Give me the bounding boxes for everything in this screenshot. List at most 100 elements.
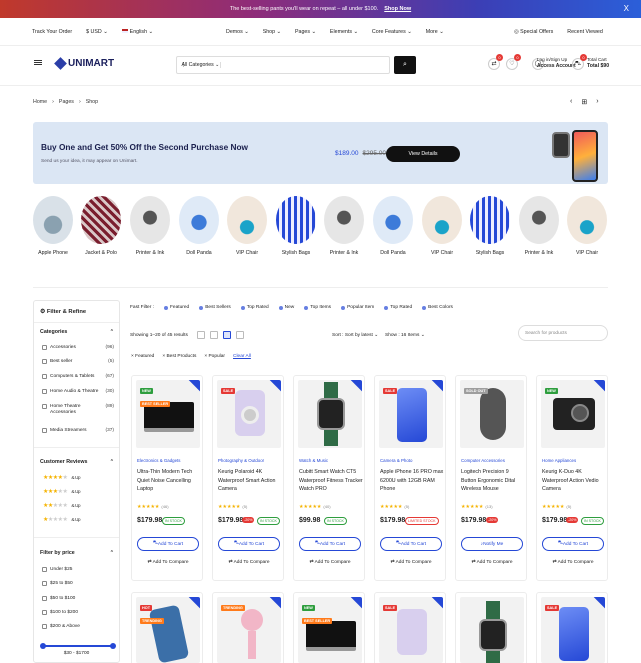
- nav-elements[interactable]: Elements ⌄: [330, 29, 358, 35]
- checkbox[interactable]: [42, 624, 47, 630]
- price-filter[interactable]: Under $25: [42, 567, 114, 573]
- product-category[interactable]: Watch & Music: [299, 458, 328, 463]
- product-category[interactable]: Electronics & Gadgets: [137, 458, 180, 463]
- add-to-compare-link[interactable]: ⇄ Add To Compare: [137, 560, 199, 565]
- product-card[interactable]: [455, 592, 527, 663]
- product-card[interactable]: Watch & Music Cubitt Smart Watch CT5 Wat…: [293, 375, 365, 581]
- track-order-link[interactable]: Track Your Order: [32, 29, 72, 35]
- nav-shop[interactable]: Shop ⌄: [263, 29, 281, 35]
- product-category[interactable]: Camera & Photo: [380, 458, 412, 463]
- category-filter[interactable]: Home Audio & Theatre (30): [42, 389, 114, 395]
- shop-now-link[interactable]: Shop Now: [384, 6, 411, 12]
- checkbox[interactable]: [42, 428, 47, 434]
- product-card[interactable]: NEW BEST SELLER Electronics & Gadgets Ul…: [131, 375, 203, 581]
- fast-filter-chip[interactable]: Popular Item: [341, 305, 374, 310]
- checkbox[interactable]: [42, 596, 47, 602]
- special-offers-link[interactable]: ◎ Special Offers: [514, 29, 553, 35]
- recent-viewed-link[interactable]: Recent Viewed: [567, 29, 603, 35]
- currency-select[interactable]: $ USD ⌄: [86, 29, 108, 35]
- product-card[interactable]: NEW Home Appliances Keurig K-Duo 4K Wate…: [536, 375, 608, 581]
- search-category-select[interactable]: All Categories ⌄: [177, 62, 221, 68]
- fast-filter-chip[interactable]: Best Colors: [422, 305, 453, 310]
- reviews-heading[interactable]: Customer Reviews ⌃: [40, 459, 116, 465]
- category-filter[interactable]: Best seller (5): [42, 359, 114, 365]
- nav-pages[interactable]: Pages ⌄: [295, 29, 316, 35]
- nav-demos[interactable]: Demos ⌄: [226, 29, 249, 35]
- grid-icon[interactable]: ⊞: [581, 98, 587, 106]
- prev-arrow-icon[interactable]: ‹: [570, 98, 572, 106]
- search-button[interactable]: ⌕: [394, 56, 416, 74]
- rating-filter-4[interactable]: ★★★★★ & Up: [43, 474, 81, 481]
- product-card[interactable]: SALE: [374, 592, 446, 663]
- category-item[interactable]: Stylish Bags: [470, 196, 510, 256]
- product-name[interactable]: Keurig K-Duo 4K Waterproof Action Vedio …: [542, 468, 606, 494]
- list-view-icon[interactable]: [236, 331, 244, 339]
- product-name[interactable]: Keurig Polaroid 4K Waterproof Smart Acti…: [218, 468, 282, 494]
- nav-core-features[interactable]: Core Features ⌄: [372, 29, 412, 35]
- product-name[interactable]: Logitech Precision 9 Button Ergonomic Di…: [461, 468, 525, 494]
- category-filter[interactable]: Computers & Tablets (67): [42, 374, 114, 380]
- checkbox[interactable]: [42, 359, 47, 365]
- category-item[interactable]: Doll Panda: [179, 196, 219, 256]
- add-to-cart-button[interactable]: ⛍ Add To Cart: [380, 537, 442, 551]
- rating-filter-1[interactable]: ★★★★★ & Up: [43, 516, 81, 523]
- rating-filter-2[interactable]: ★★★★★ & Up: [43, 502, 81, 509]
- grid-view-3-icon[interactable]: [210, 331, 218, 339]
- checkbox[interactable]: [42, 389, 47, 395]
- category-item[interactable]: Stylish Bags: [276, 196, 316, 256]
- checkbox[interactable]: [42, 345, 47, 351]
- product-card[interactable]: SALE: [536, 592, 608, 663]
- sort-select[interactable]: Sort : Sort by latest ⌄: [332, 333, 378, 338]
- product-name[interactable]: Ultra-Thin Modern Tech Quiet Noise Cance…: [137, 468, 201, 494]
- price-range-slider[interactable]: [40, 643, 116, 649]
- hamburger-menu-icon[interactable]: [34, 60, 42, 61]
- show-select[interactable]: Show : 16 Items ⌄: [385, 333, 425, 338]
- price-filter[interactable]: $100 to $200: [42, 610, 114, 616]
- cart-summary[interactable]: Total Cart Total $90: [587, 57, 609, 69]
- checkbox[interactable]: [42, 404, 47, 410]
- next-arrow-icon[interactable]: ›: [596, 98, 598, 106]
- checkbox[interactable]: [42, 610, 47, 616]
- product-name[interactable]: Cubitt Smart Watch CT5 Waterproof Fitnes…: [299, 468, 363, 494]
- price-heading[interactable]: Filter by price ⌃: [40, 550, 116, 556]
- category-filter[interactable]: Home Theatre Accessories (89): [42, 404, 114, 415]
- add-to-cart-button[interactable]: ⛍ Add To Cart: [299, 537, 361, 551]
- product-category[interactable]: Computer Accessories: [461, 458, 505, 463]
- product-name[interactable]: Apple iPhone 16 PRO max 6200U with 12GB …: [380, 468, 444, 494]
- add-to-compare-link[interactable]: ⇄ Add To Compare: [380, 560, 442, 565]
- breadcrumb-pages[interactable]: Pages: [59, 99, 74, 105]
- price-filter[interactable]: $200 & Above: [42, 624, 114, 630]
- view-details-button[interactable]: View Details: [386, 146, 460, 162]
- product-card[interactable]: SALE Photography & Outdoor Keurig Polaro…: [212, 375, 284, 581]
- active-filter-tag[interactable]: × Featured: [131, 354, 154, 359]
- fast-filter-chip[interactable]: Top Rated: [240, 305, 269, 310]
- category-item[interactable]: VIP Chair: [567, 196, 607, 256]
- add-to-cart-button[interactable]: ⛍ Add To Cart: [542, 537, 604, 551]
- add-to-compare-link[interactable]: ⇄ Add To Compare: [218, 560, 280, 565]
- product-search-input[interactable]: Search for products: [518, 325, 608, 341]
- fast-filter-chip[interactable]: Top Rated: [384, 305, 412, 310]
- category-item[interactable]: VIP Chair: [422, 196, 462, 256]
- product-card[interactable]: TRENDING: [212, 592, 284, 663]
- product-card[interactable]: SOLD OUT Computer Accessories Logitech P…: [455, 375, 527, 581]
- add-to-compare-link[interactable]: ⇄ Add To Compare: [299, 560, 361, 565]
- checkbox[interactable]: [42, 567, 47, 573]
- add-to-cart-button[interactable]: ⛍ Add To Cart: [137, 537, 199, 551]
- add-to-compare-link[interactable]: ⇄ Add To Compare: [542, 560, 604, 565]
- active-filter-tag[interactable]: × Popular: [204, 354, 225, 359]
- category-filter[interactable]: Media Streamers (37): [42, 428, 114, 434]
- nav-more[interactable]: More ⌄: [426, 29, 444, 35]
- price-filter[interactable]: $50 to $100: [42, 596, 114, 602]
- notify-me-button[interactable]: ♪ Notify Me: [461, 537, 523, 551]
- fast-filter-chip[interactable]: New: [278, 305, 294, 310]
- category-item[interactable]: Jacket & Polo: [81, 196, 121, 256]
- category-item[interactable]: Printer & Ink: [324, 196, 364, 256]
- category-filter[interactable]: Accessories (96): [42, 345, 114, 351]
- language-select[interactable]: English ⌄: [121, 28, 153, 35]
- active-filter-tag[interactable]: × Best Products: [162, 354, 196, 359]
- breadcrumb-home[interactable]: Home: [33, 99, 47, 105]
- clear-all-link[interactable]: Clear All: [233, 354, 251, 359]
- close-icon[interactable]: X: [624, 4, 629, 13]
- categories-heading[interactable]: Categories ⌃: [40, 329, 116, 335]
- cart-icon[interactable]: ⛍ 0: [572, 54, 587, 70]
